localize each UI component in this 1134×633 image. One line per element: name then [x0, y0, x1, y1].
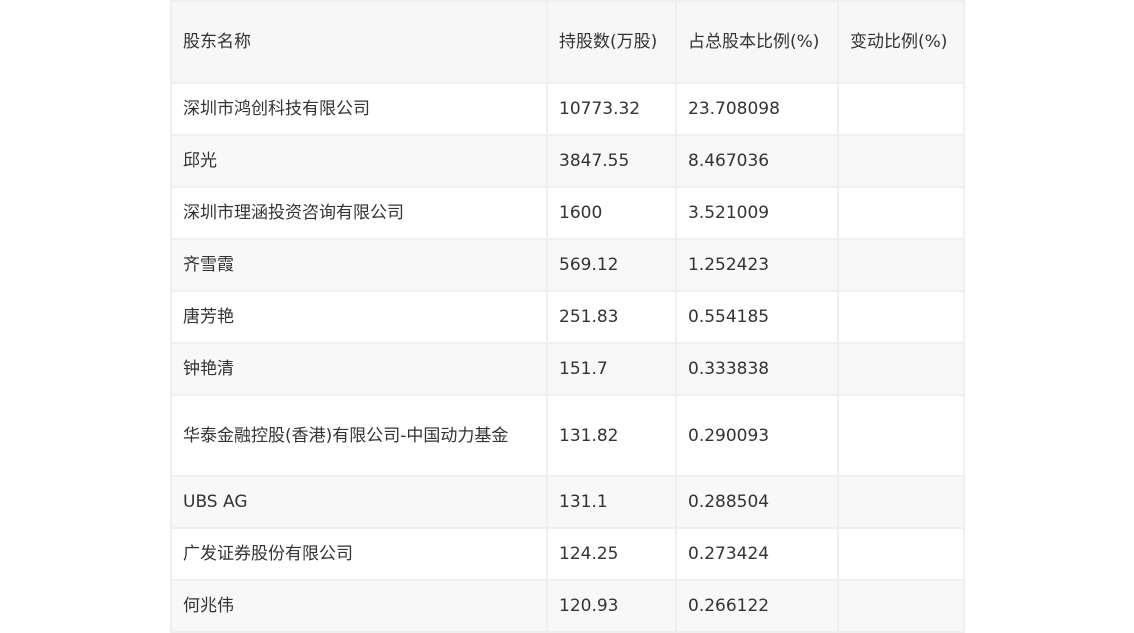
cell-ratio: 0.266122	[675, 579, 839, 633]
cell-change	[837, 579, 965, 633]
table-row: 钟艳清 151.7 0.333838	[170, 342, 965, 396]
cell-ratio: 23.708098	[675, 82, 839, 136]
table-row: 邱光 3847.55 8.467036	[170, 134, 965, 188]
table-row: 何兆伟 120.93 0.266122	[170, 579, 965, 633]
cell-change	[837, 186, 965, 240]
cell-shares: 251.83	[546, 290, 677, 344]
header-name: 股东名称	[170, 0, 548, 84]
cell-ratio: 0.333838	[675, 342, 839, 396]
cell-ratio: 0.554185	[675, 290, 839, 344]
cell-name: 广发证券股份有限公司	[170, 527, 548, 581]
table-row: 齐雪霞 569.12 1.252423	[170, 238, 965, 292]
cell-shares: 131.1	[546, 475, 677, 529]
table-row: 唐芳艳 251.83 0.554185	[170, 290, 965, 344]
table-row: UBS AG 131.1 0.288504	[170, 475, 965, 529]
cell-name: 何兆伟	[170, 579, 548, 633]
cell-name: 深圳市理涵投资咨询有限公司	[170, 186, 548, 240]
cell-name: 钟艳清	[170, 342, 548, 396]
shareholder-table: 股东名称 持股数(万股) 占总股本比例(%) 变动比例(%) 深圳市鸿创科技有限…	[170, 0, 965, 633]
cell-change	[837, 290, 965, 344]
cell-ratio: 0.273424	[675, 527, 839, 581]
cell-change	[837, 394, 965, 477]
cell-shares: 10773.32	[546, 82, 677, 136]
cell-ratio: 0.288504	[675, 475, 839, 529]
cell-change	[837, 134, 965, 188]
cell-shares: 569.12	[546, 238, 677, 292]
cell-shares: 3847.55	[546, 134, 677, 188]
cell-shares: 120.93	[546, 579, 677, 633]
cell-name: 齐雪霞	[170, 238, 548, 292]
header-change: 变动比例(%)	[837, 0, 965, 84]
cell-change	[837, 82, 965, 136]
header-shares: 持股数(万股)	[546, 0, 677, 84]
cell-change	[837, 342, 965, 396]
cell-name: 华泰金融控股(香港)有限公司-中国动力基金	[170, 394, 548, 477]
cell-change	[837, 475, 965, 529]
cell-name: 唐芳艳	[170, 290, 548, 344]
cell-shares: 124.25	[546, 527, 677, 581]
cell-change	[837, 527, 965, 581]
header-ratio: 占总股本比例(%)	[675, 0, 839, 84]
table-row: 广发证券股份有限公司 124.25 0.273424	[170, 527, 965, 581]
cell-ratio: 8.467036	[675, 134, 839, 188]
table-header-row: 股东名称 持股数(万股) 占总股本比例(%) 变动比例(%)	[170, 0, 965, 84]
cell-name: 邱光	[170, 134, 548, 188]
cell-name: UBS AG	[170, 475, 548, 529]
table-row: 华泰金融控股(香港)有限公司-中国动力基金 131.82 0.290093	[170, 394, 965, 477]
cell-change	[837, 238, 965, 292]
cell-shares: 1600	[546, 186, 677, 240]
cell-ratio: 0.290093	[675, 394, 839, 477]
table-row: 深圳市理涵投资咨询有限公司 1600 3.521009	[170, 186, 965, 240]
cell-name: 深圳市鸿创科技有限公司	[170, 82, 548, 136]
table-row: 深圳市鸿创科技有限公司 10773.32 23.708098	[170, 82, 965, 136]
cell-shares: 151.7	[546, 342, 677, 396]
cell-shares: 131.82	[546, 394, 677, 477]
cell-ratio: 1.252423	[675, 238, 839, 292]
cell-ratio: 3.521009	[675, 186, 839, 240]
